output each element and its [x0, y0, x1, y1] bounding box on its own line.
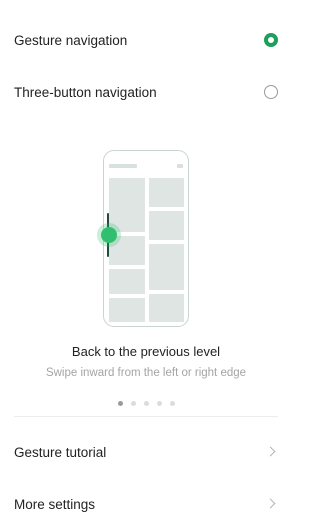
- gesture-tutorial-label: Gesture tutorial: [14, 444, 107, 460]
- page-dot[interactable]: [117, 401, 123, 406]
- option-gesture-navigation-label: Gesture navigation: [14, 32, 128, 48]
- illustration-subtitle: Swipe inward from the left or right edge: [45, 367, 247, 379]
- chevron-right-icon: [266, 498, 278, 510]
- swipe-touch-point-icon: [101, 227, 117, 243]
- chevron-right-icon: [266, 446, 278, 458]
- page-dot[interactable]: [130, 401, 136, 406]
- page-indicator: [0, 401, 292, 406]
- phone-status-bar: [109, 164, 137, 168]
- section-divider: [14, 416, 278, 417]
- app-tile: [109, 269, 145, 294]
- page-dot[interactable]: [156, 401, 162, 406]
- app-tile: [149, 294, 184, 322]
- option-three-button-navigation[interactable]: Three-button navigation: [0, 66, 292, 118]
- option-gesture-navigation[interactable]: Gesture navigation: [0, 14, 292, 66]
- phone-status-icon: [177, 164, 183, 168]
- radio-unselected-icon[interactable]: [264, 85, 278, 99]
- app-tile: [149, 244, 184, 290]
- radio-selected-icon[interactable]: [264, 33, 278, 47]
- illustration-title: Back to the previous level: [71, 344, 221, 359]
- page-dot[interactable]: [169, 401, 175, 406]
- gesture-tutorial-item[interactable]: Gesture tutorial: [0, 426, 292, 478]
- app-tile: [149, 178, 184, 207]
- more-settings-label: More settings: [14, 496, 96, 512]
- option-three-button-navigation-label: Three-button navigation: [14, 84, 157, 100]
- app-tile: [109, 298, 145, 322]
- page-dot[interactable]: [143, 401, 149, 406]
- app-tile: [149, 211, 184, 240]
- more-settings-item[interactable]: More settings: [0, 478, 292, 530]
